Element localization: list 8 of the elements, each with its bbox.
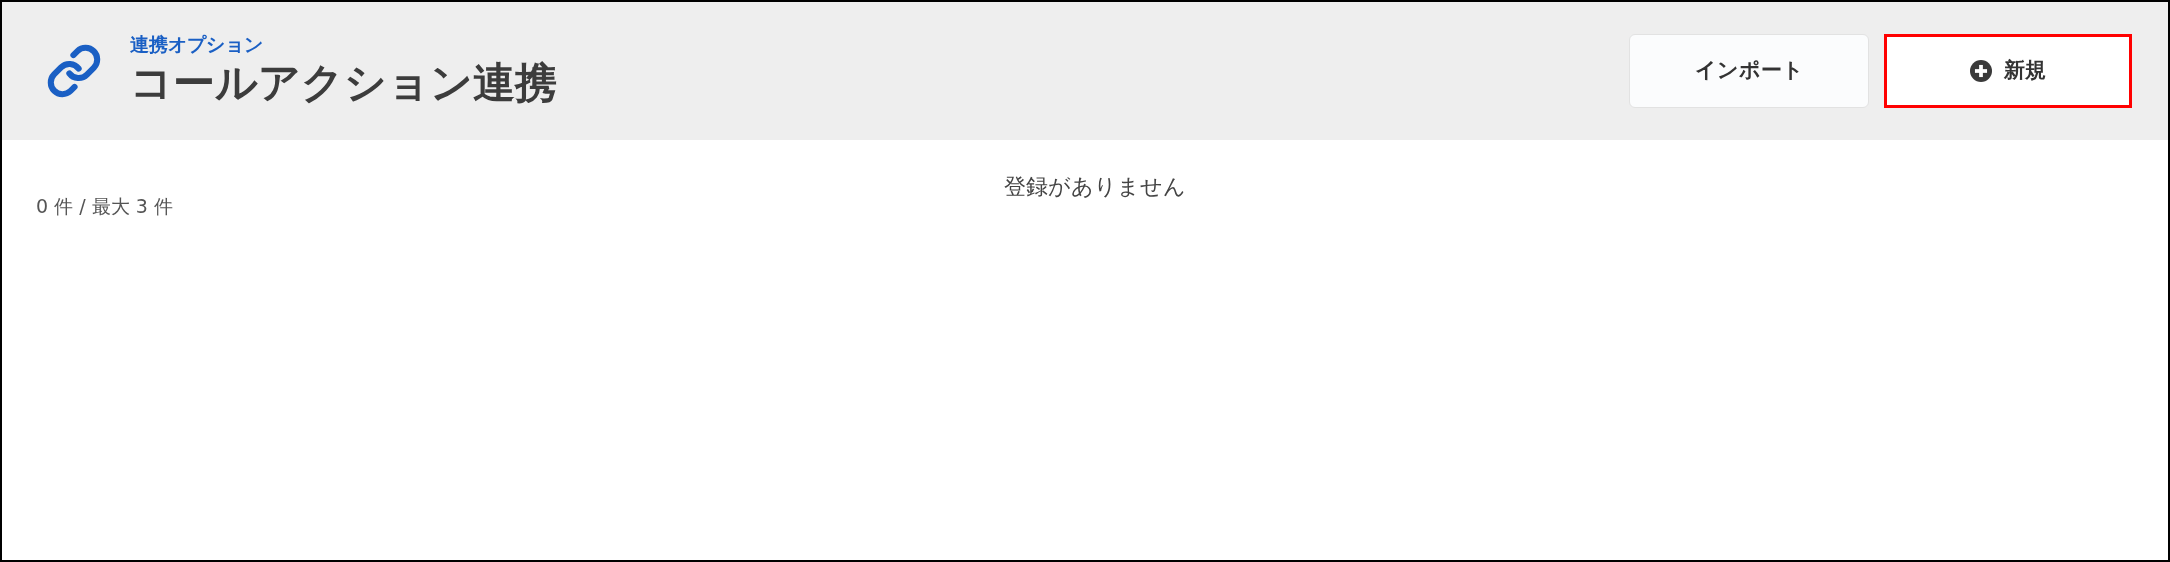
plus-circle-icon <box>1970 60 1992 82</box>
page-subtitle: 連携オプション <box>130 32 264 57</box>
page-title: コールアクション連携 <box>130 56 557 109</box>
link-icon <box>46 43 102 99</box>
record-count: 0 件 / 最大 3 件 <box>36 194 173 219</box>
empty-message: 登録がありません <box>1004 173 1186 201</box>
new-button[interactable]: 新規 <box>1884 34 2132 108</box>
import-button[interactable]: インポート <box>1629 34 1869 108</box>
